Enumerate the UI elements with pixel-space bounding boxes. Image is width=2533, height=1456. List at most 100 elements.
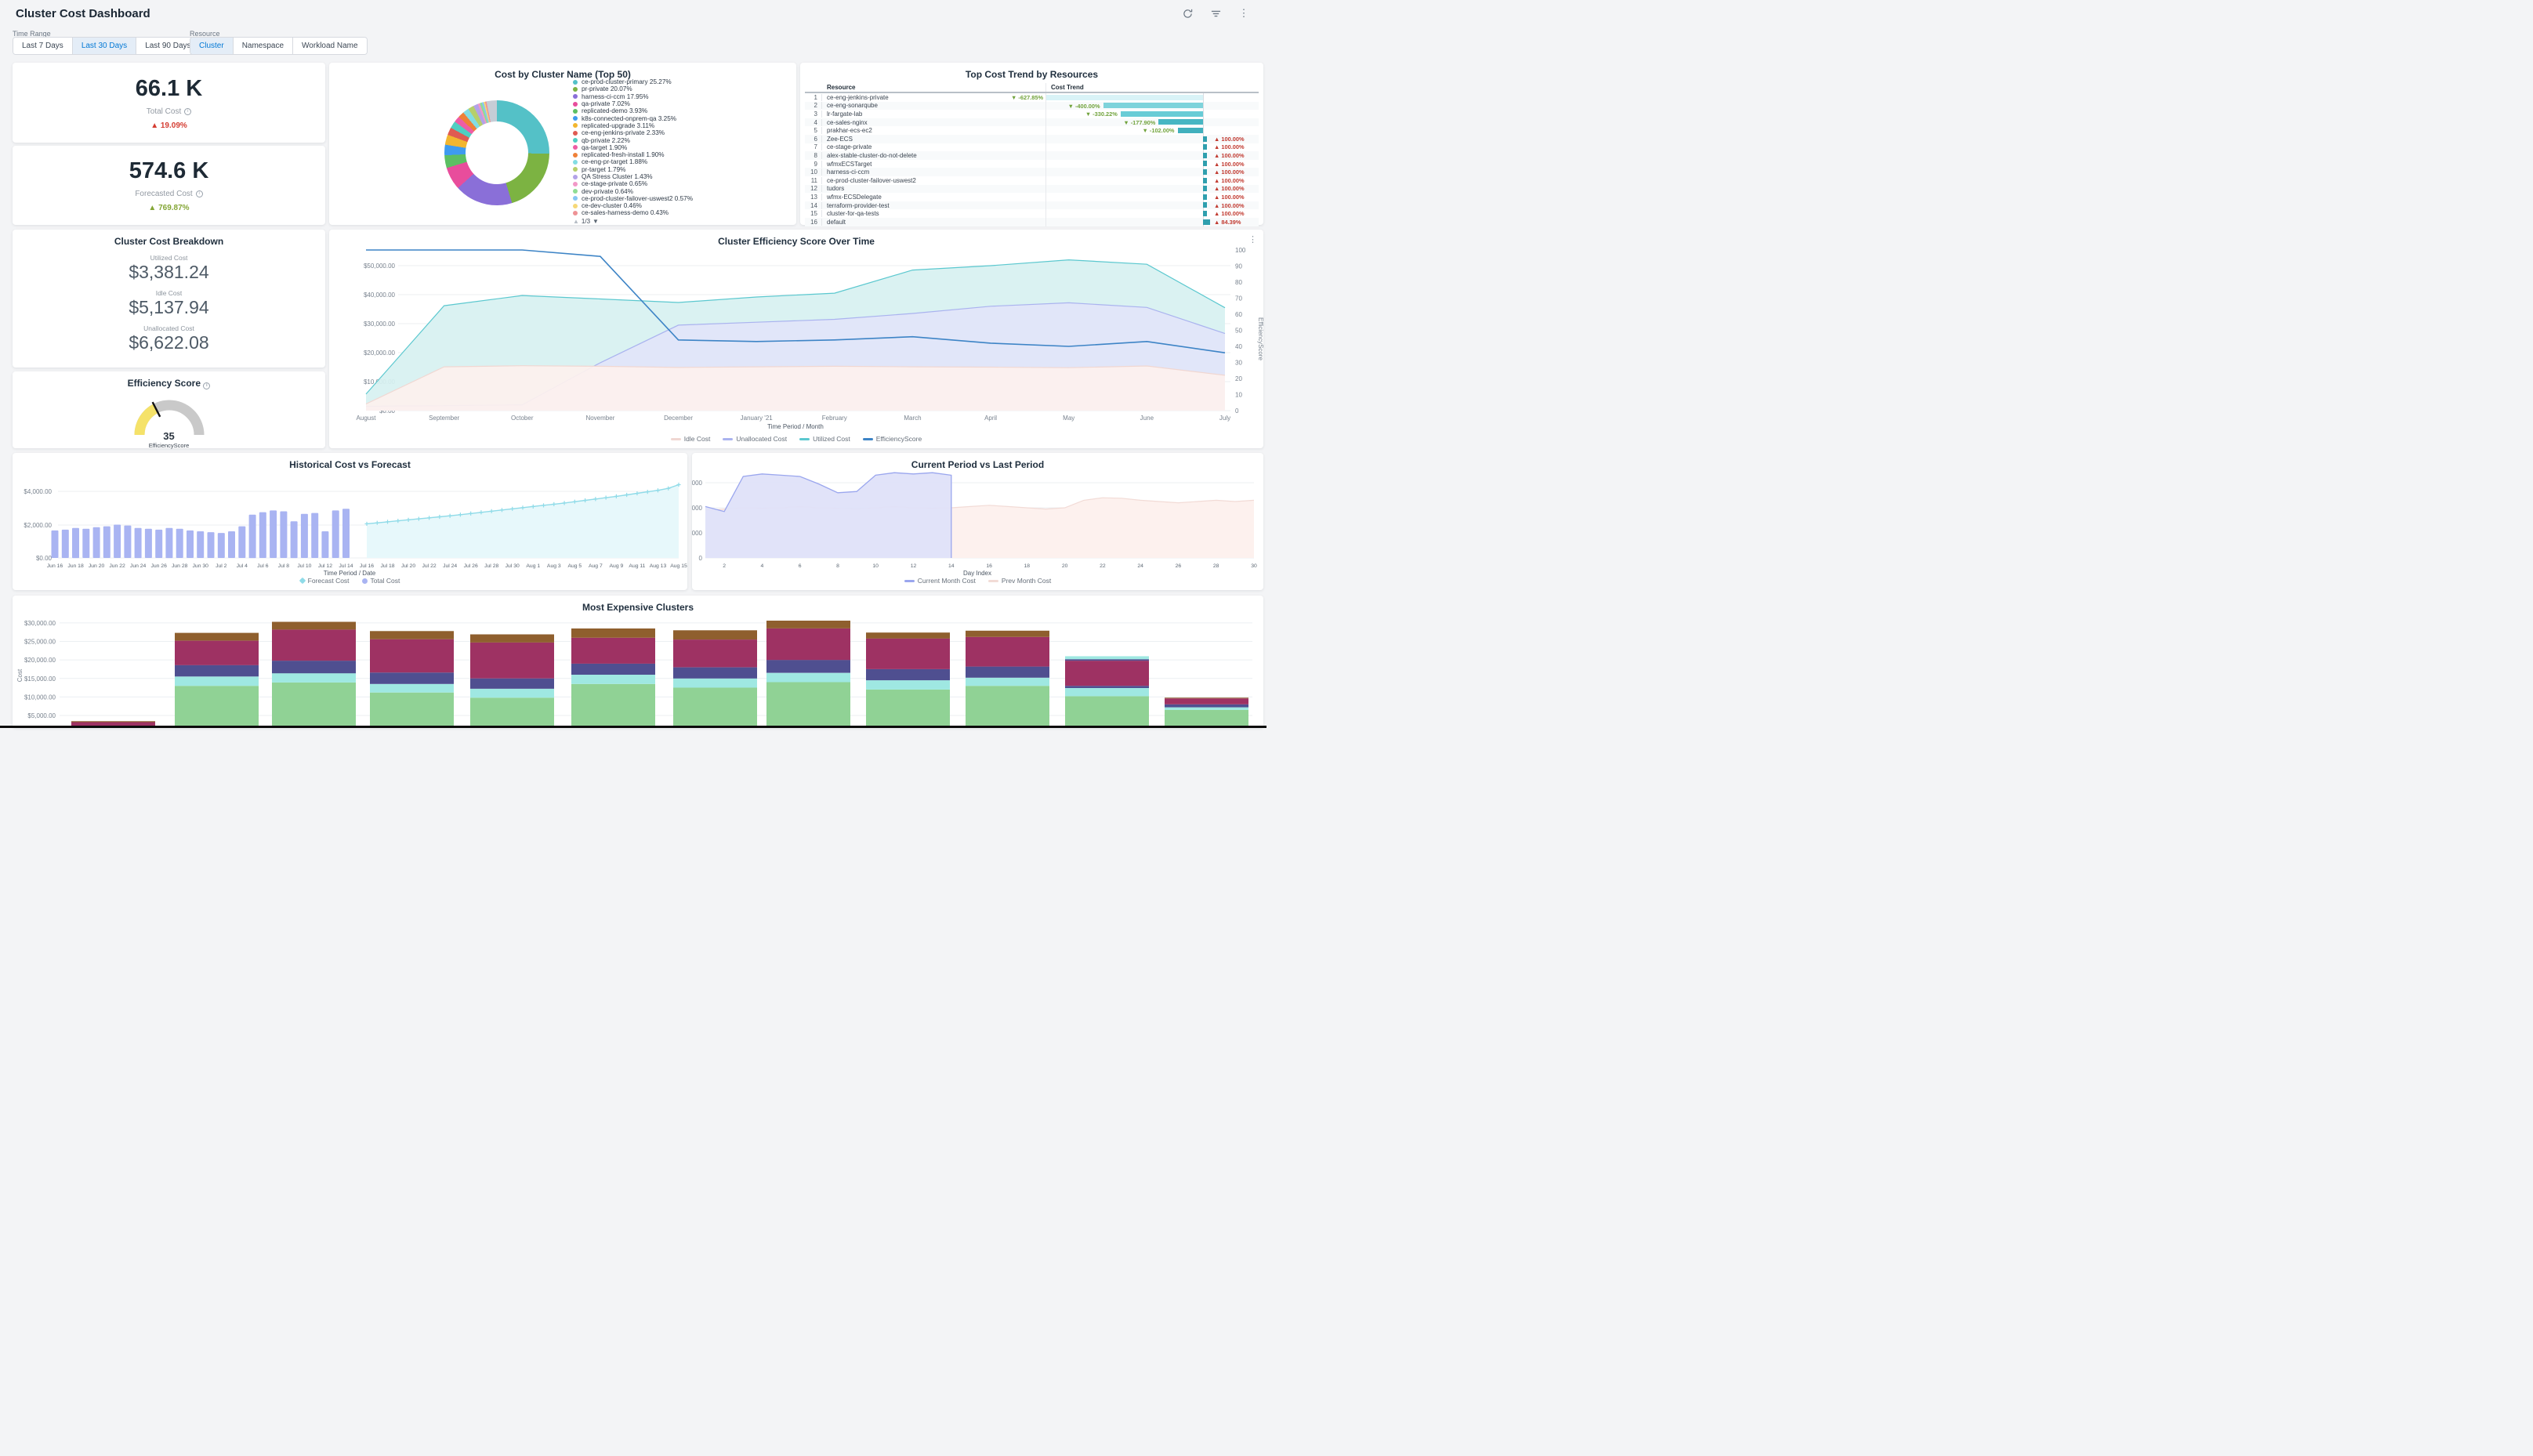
most-expensive-chart: $30,000.00$25,000.00$20,000.00$15,000.00…	[13, 613, 1263, 728]
legend-item-efficiencyscore[interactable]: EfficiencyScore	[863, 435, 922, 443]
table-row[interactable]: 9wfmxECSTarget▲ 100.00%	[805, 160, 1259, 168]
legend-item-forecast-cost[interactable]: Forecast Cost	[300, 577, 350, 585]
table-row[interactable]: 2ce-eng-sonarqube▼ -400.00%	[805, 102, 1259, 110]
resource-option-namespace[interactable]: Namespace	[233, 38, 292, 54]
time-range-option-last-7-days[interactable]: Last 7 Days	[13, 38, 72, 54]
table-row[interactable]: 7ce-stage-private▲ 100.00%	[805, 143, 1259, 152]
refresh-icon[interactable]	[1182, 8, 1193, 19]
legend-item-total-cost[interactable]: Total Cost	[362, 577, 400, 585]
legend-item[interactable]: dev-private 0.64%	[573, 187, 693, 194]
legend-item[interactable]: ce-eng-pr-target 1.88%	[573, 158, 693, 165]
legend-text: Forecast Cost	[308, 577, 350, 585]
legend-item[interactable]: QA Stress Cluster 1.43%	[573, 173, 693, 180]
legend-swatch	[299, 578, 305, 584]
table-row[interactable]: 16default▲ 84.39%	[805, 218, 1259, 226]
legend-swatch	[904, 580, 915, 582]
table-row[interactable]: 8alex-stable-cluster-do-not-delete▲ 100.…	[805, 151, 1259, 160]
svg-text:$15,000.00: $15,000.00	[24, 675, 56, 683]
legend-item[interactable]: ce-dev-cluster 0.46%	[573, 202, 693, 209]
svg-text:6: 6	[799, 563, 802, 569]
table-row[interactable]: 13wfmx-ECSDelegate▲ 100.00%	[805, 193, 1259, 201]
legend-swatch	[723, 438, 733, 440]
table-row[interactable]: 14terraform-provider-test▲ 100.00%	[805, 201, 1259, 210]
filter-icon[interactable]	[1210, 8, 1221, 19]
legend-item[interactable]: ce-sales-harness-demo 0.43%	[573, 209, 693, 216]
legend-item[interactable]: replicated-upgrade 3.11%	[573, 122, 693, 129]
row-rank: 4	[805, 119, 822, 126]
legend-text: Idle Cost	[684, 435, 711, 443]
legend-item-idle-cost[interactable]: Idle Cost	[671, 435, 711, 443]
resource-name: Zee-ECS	[822, 136, 1045, 143]
svg-text:November: November	[585, 415, 614, 422]
legend-item-utilized-cost[interactable]: Utilized Cost	[799, 435, 850, 443]
svg-text:August: August	[357, 415, 377, 422]
svg-text:1,000: 1,000	[692, 530, 703, 537]
legend-item-unallocated-cost[interactable]: Unallocated Cost	[723, 435, 787, 443]
donut-legend: ce-prod-cluster-primary 25.27%pr-private…	[573, 78, 693, 217]
svg-text:February: February	[822, 415, 847, 422]
kebab-menu-icon[interactable]: ⋮	[1238, 8, 1249, 19]
legend-item[interactable]: qa-private 7.02%	[573, 100, 693, 107]
efficiency-chart-legend: Idle Cost Unallocated Cost Utilized Cost Ef…	[329, 435, 1263, 443]
table-row[interactable]: 12tudors▲ 100.00%	[805, 185, 1259, 194]
stat-label: Idle Cost	[13, 289, 325, 297]
legend-item[interactable]: ce-eng-jenkins-private 2.33%	[573, 129, 693, 136]
legend-text: ce-prod-cluster-failover-uswest2 0.57%	[582, 195, 693, 202]
legend-item[interactable]: harness-ci-ccm 17.95%	[573, 93, 693, 100]
table-row[interactable]: 5prakhar-ecs-ec2▼ -102.00%	[805, 126, 1259, 135]
svg-text:Jul 6: Jul 6	[257, 563, 269, 569]
legend-item[interactable]: qa-target 1.90%	[573, 144, 693, 151]
resource-option-cluster[interactable]: Cluster	[190, 38, 233, 54]
resource-name: ce-prod-cluster-failover-uswest2	[822, 177, 1045, 184]
info-icon[interactable]: i	[203, 382, 210, 389]
table-row[interactable]: 10harness-ci-ccm▲ 100.00%	[805, 168, 1259, 176]
svg-text:$2,000.00: $2,000.00	[24, 522, 52, 529]
legend-item[interactable]: replicated-fresh-install 1.90%	[573, 151, 693, 158]
page-down-icon[interactable]: ▼	[592, 218, 599, 225]
svg-text:Jun 24: Jun 24	[130, 563, 147, 569]
legend-item[interactable]: ce-prod-cluster-failover-uswest2 0.57%	[573, 195, 693, 202]
stacked-bar-segment	[175, 633, 259, 641]
legend-item[interactable]: replicated-demo 3.93%	[573, 107, 693, 114]
legend-item[interactable]: pr-private 20.07%	[573, 85, 693, 92]
resource-name: alex-stable-cluster-do-not-delete	[822, 152, 1045, 159]
historical-forecast-panel: Historical Cost vs Forecast $4,000.00$2,…	[13, 453, 687, 590]
trend-value: ▼ -627.85%	[1011, 94, 1043, 101]
table-row[interactable]: 11ce-prod-cluster-failover-uswest2▲ 100.…	[805, 176, 1259, 185]
svg-text:Aug 11: Aug 11	[629, 563, 645, 569]
legend-item[interactable]: ce-prod-cluster-primary 25.27%	[573, 78, 693, 85]
legend-item[interactable]: pr-target 1.79%	[573, 166, 693, 173]
stacked-bar-segment	[1165, 708, 1248, 710]
legend-item[interactable]: k8s-connected-onprem-qa 3.25%	[573, 114, 693, 121]
table-row[interactable]: 6Zee-ECS▲ 100.00%	[805, 135, 1259, 143]
time-range-option-last-30-days[interactable]: Last 30 Days	[72, 38, 136, 54]
legend-item-current-month-cost[interactable]: Current Month Cost	[904, 577, 976, 585]
info-icon[interactable]: i	[184, 108, 191, 115]
svg-text:June: June	[1140, 415, 1154, 422]
resource-option-workload-name[interactable]: Workload Name	[292, 38, 367, 54]
stacked-bar-segment	[866, 639, 950, 669]
legend-dot	[573, 80, 578, 85]
gauge-label: EfficiencyScore	[149, 442, 190, 449]
table-row[interactable]: 1ce-eng-jenkins-private▼ -627.85%	[805, 93, 1259, 102]
legend-item-prev-month-cost[interactable]: Prev Month Cost	[988, 577, 1051, 585]
svg-text:EfficiencyScore: EfficiencyScore	[1257, 317, 1263, 361]
stacked-bar-segment	[370, 639, 454, 673]
legend-item[interactable]: ce-stage-private 0.65%	[573, 180, 693, 187]
breakdown-stat: Utilized Cost $3,381.24	[13, 254, 325, 283]
table-row[interactable]: 4ce-sales-nginx▼ -177.90%	[805, 118, 1259, 127]
info-icon[interactable]: i	[196, 190, 203, 197]
trend-value: ▲ 100.00%	[1212, 185, 1254, 192]
row-rank: 14	[805, 202, 822, 209]
svg-text:40: 40	[1235, 343, 1242, 350]
table-row[interactable]: 15cluster-for-qa-tests▲ 100.00%	[805, 209, 1259, 218]
page-up-icon[interactable]: ▲	[573, 218, 579, 225]
svg-text:Jul 14: Jul 14	[339, 563, 353, 569]
table-row[interactable]: 3lr-fargate-lab▼ -330.22%	[805, 110, 1259, 118]
svg-text:Jul 10: Jul 10	[297, 563, 311, 569]
trend-bar	[1203, 178, 1207, 183]
svg-text:$30,000.00: $30,000.00	[364, 321, 396, 328]
donut-legend-pagination: ▲ 1/3 ▼	[573, 218, 599, 225]
svg-text:Aug 9: Aug 9	[610, 563, 624, 569]
legend-item[interactable]: qb-private 2.22%	[573, 136, 693, 143]
